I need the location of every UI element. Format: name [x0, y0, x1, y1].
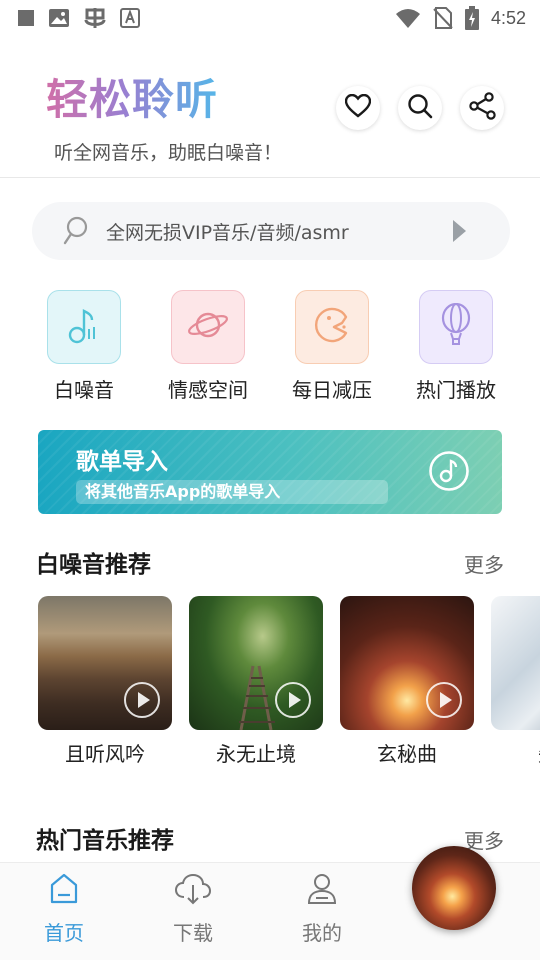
category-label: 白噪音	[54, 378, 114, 402]
play-icon[interactable]	[275, 682, 311, 718]
white-noise-card[interactable]: 玄秘曲	[340, 596, 474, 766]
bug-icon	[82, 6, 108, 30]
search-submit-arrow-icon[interactable]	[453, 220, 466, 242]
nav-label: 我的	[302, 921, 342, 945]
category-label: 情感空间	[168, 378, 248, 402]
wifi-icon	[395, 8, 421, 28]
stop-square-icon	[16, 8, 36, 28]
category-label: 每日减压	[292, 378, 372, 402]
music-disc-icon	[428, 450, 470, 496]
category-icon-box	[171, 290, 245, 364]
white-noise-section-title: 白噪音推荐	[36, 552, 151, 578]
play-icon[interactable]	[426, 682, 462, 718]
status-time: 4:52	[490, 7, 526, 28]
white-noise-card-list[interactable]: 且听风吟 永无止境 玄秘曲 失重	[38, 596, 540, 766]
white-noise-card[interactable]: 失重	[491, 596, 540, 766]
search-icon	[62, 216, 90, 246]
status-left-icons	[16, 6, 140, 30]
app-subtitle: 听全网音乐，助眠白噪音！	[54, 142, 283, 164]
search-icon	[407, 93, 433, 123]
nav-tab-home[interactable]: 首页	[24, 873, 104, 946]
category-icon-box	[47, 290, 121, 364]
nav-label: 首页	[44, 921, 84, 945]
card-cover-image	[340, 596, 474, 730]
category-label: 热门播放	[416, 378, 496, 402]
heart-icon	[344, 93, 372, 122]
home-icon	[49, 873, 79, 909]
white-noise-card[interactable]: 且听风吟	[38, 596, 172, 766]
font-icon	[120, 8, 140, 28]
card-title: 且听风吟	[65, 742, 145, 766]
balloon-icon	[439, 302, 473, 351]
nav-tab-profile[interactable]: 我的	[282, 873, 362, 946]
white-noise-more-link[interactable]: 更多	[464, 549, 504, 578]
play-icon[interactable]	[124, 682, 160, 718]
category-hot-play[interactable]: 热门播放	[394, 290, 518, 403]
search-input[interactable]: 全网无损VIP音乐/音频/asmr	[106, 218, 453, 245]
card-title: 失重	[491, 738, 540, 766]
banner-title: 歌单导入	[76, 449, 168, 475]
search-button[interactable]	[398, 86, 442, 130]
status-right-icons: 4:52	[395, 6, 526, 30]
planet-icon	[186, 305, 230, 349]
share-icon	[467, 92, 497, 124]
status-bar: 4:52	[0, 0, 540, 36]
app-title: 轻松聆听	[46, 66, 218, 127]
category-icon-box	[295, 290, 369, 364]
favorite-button[interactable]	[336, 86, 380, 130]
card-title: 玄秘曲	[377, 742, 437, 766]
category-icon-box	[419, 290, 493, 364]
card-title: 永无止境	[216, 742, 296, 766]
app-header: 轻松聆听 听全网音乐，助眠白噪音！	[0, 36, 540, 178]
header-actions	[336, 86, 504, 130]
music-note-icon	[67, 305, 101, 349]
card-cover-image	[38, 596, 172, 730]
nav-tab-download[interactable]: 下载	[153, 873, 233, 946]
white-noise-card[interactable]: 永无止境	[189, 596, 323, 766]
image-icon	[48, 8, 70, 28]
playlist-import-banner[interactable]: 歌单导入 将其他音乐App的歌单导入	[38, 430, 502, 514]
category-emotion-space[interactable]: 情感空间	[146, 290, 270, 403]
user-icon	[307, 873, 337, 909]
share-button[interactable]	[460, 86, 504, 130]
category-daily-relax[interactable]: 每日减压	[270, 290, 394, 403]
hot-music-section-title: 热门音乐推荐	[36, 828, 174, 854]
floating-player-disc[interactable]	[412, 846, 496, 930]
category-white-noise[interactable]: 白噪音	[22, 290, 146, 403]
no-sim-icon	[433, 6, 453, 30]
banner-subtitle: 将其他音乐App的歌单导入	[76, 480, 388, 504]
battery-charging-icon	[464, 6, 479, 30]
pacman-icon	[312, 305, 352, 349]
cloud-download-icon	[174, 873, 212, 909]
category-grid: 白噪音 情感空间 每日减压 热门播放	[22, 290, 518, 403]
card-cover-image	[189, 596, 323, 730]
card-cover-image	[491, 596, 540, 730]
nav-label: 下载	[173, 921, 213, 945]
search-bar[interactable]: 全网无损VIP音乐/音频/asmr	[32, 202, 510, 260]
